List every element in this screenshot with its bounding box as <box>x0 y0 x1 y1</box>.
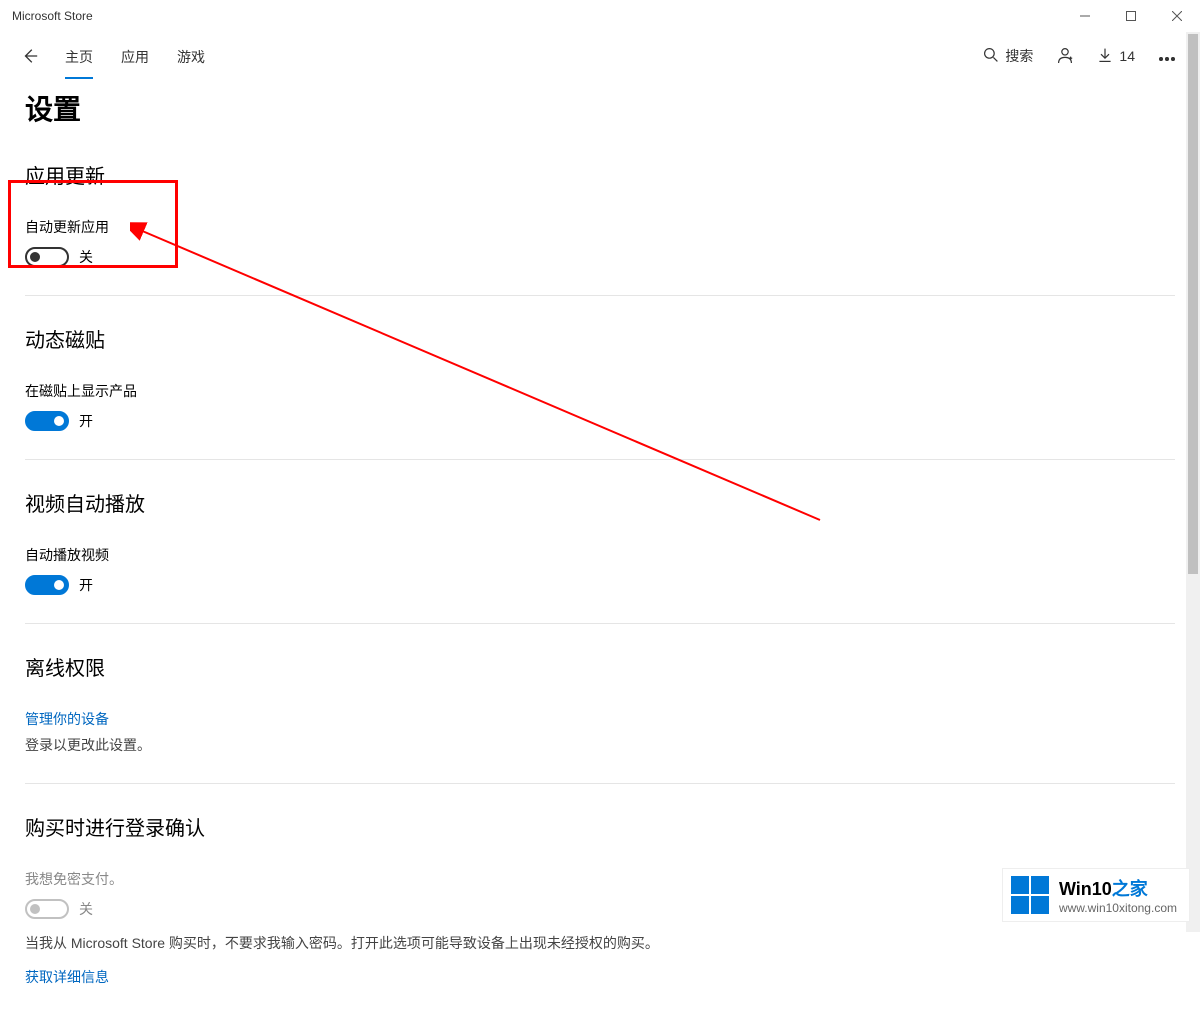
window-titlebar: Microsoft Store <box>0 0 1200 32</box>
link-learn-more[interactable]: 获取详细信息 <box>25 967 1175 987</box>
tab-home[interactable]: 主页 <box>65 35 93 77</box>
label-live-tile: 在磁贴上显示产品 <box>25 381 1175 401</box>
section-title-live-tile: 动态磁贴 <box>25 324 1175 353</box>
watermark: Win10之家 www.win10xitong.com <box>1002 868 1190 922</box>
offline-note: 登录以更改此设置。 <box>25 735 1175 755</box>
toggle-live-tile[interactable] <box>25 411 69 431</box>
search-button[interactable]: 搜索 <box>983 46 1033 66</box>
app-header: 主页 应用 游戏 搜索 14 <box>0 32 1200 80</box>
more-button[interactable] <box>1159 48 1175 64</box>
maximize-button[interactable] <box>1108 0 1154 32</box>
label-auto-update: 自动更新应用 <box>25 217 1175 237</box>
section-offline: 离线权限 管理你的设备 登录以更改此设置。 <box>25 652 1175 784</box>
watermark-brand: Win10之家 <box>1059 875 1177 901</box>
window-title: Microsoft Store <box>12 9 93 23</box>
section-live-tile: 动态磁贴 在磁贴上显示产品 开 <box>25 324 1175 460</box>
purchase-note: 当我从 Microsoft Store 购买时，不要求我输入密码。打开此选项可能… <box>25 933 1175 953</box>
section-title-video-autoplay: 视频自动播放 <box>25 488 1175 517</box>
toggle-passwordless-state: 关 <box>79 899 93 919</box>
section-app-updates: 应用更新 自动更新应用 关 <box>25 160 1175 296</box>
section-title-app-updates: 应用更新 <box>25 160 1175 189</box>
search-label: 搜索 <box>1005 46 1033 66</box>
page-title: 设置 <box>25 88 1175 128</box>
toggle-passwordless <box>25 899 69 919</box>
toggle-auto-update[interactable] <box>25 247 69 267</box>
tab-apps[interactable]: 应用 <box>121 35 149 77</box>
minimize-button[interactable] <box>1062 0 1108 32</box>
account-button[interactable] <box>1057 47 1073 66</box>
tab-games[interactable]: 游戏 <box>177 35 205 77</box>
toggle-auto-update-state: 关 <box>79 247 93 267</box>
back-button[interactable] <box>10 36 50 76</box>
section-video-autoplay: 视频自动播放 自动播放视频 开 <box>25 488 1175 624</box>
window-controls <box>1062 0 1200 32</box>
watermark-url: www.win10xitong.com <box>1059 901 1177 915</box>
toggle-live-tile-state: 开 <box>79 411 93 431</box>
toggle-video-autoplay[interactable] <box>25 575 69 595</box>
label-video-autoplay: 自动播放视频 <box>25 545 1175 565</box>
link-manage-devices[interactable]: 管理你的设备 <box>25 709 1175 729</box>
more-icon <box>1159 48 1175 64</box>
user-icon <box>1057 47 1073 66</box>
downloads-button[interactable]: 14 <box>1097 47 1135 66</box>
section-title-purchase: 购买时进行登录确认 <box>25 812 1175 841</box>
scrollbar-thumb[interactable] <box>1188 34 1198 574</box>
download-icon <box>1097 47 1113 66</box>
watermark-logo-icon <box>1011 876 1049 914</box>
search-icon <box>983 47 999 66</box>
downloads-count: 14 <box>1119 48 1135 64</box>
toggle-video-autoplay-state: 开 <box>79 575 93 595</box>
section-title-offline: 离线权限 <box>25 652 1175 681</box>
nav-tabs: 主页 应用 游戏 <box>65 35 205 77</box>
close-button[interactable] <box>1154 0 1200 32</box>
vertical-scrollbar[interactable] <box>1186 32 1200 932</box>
